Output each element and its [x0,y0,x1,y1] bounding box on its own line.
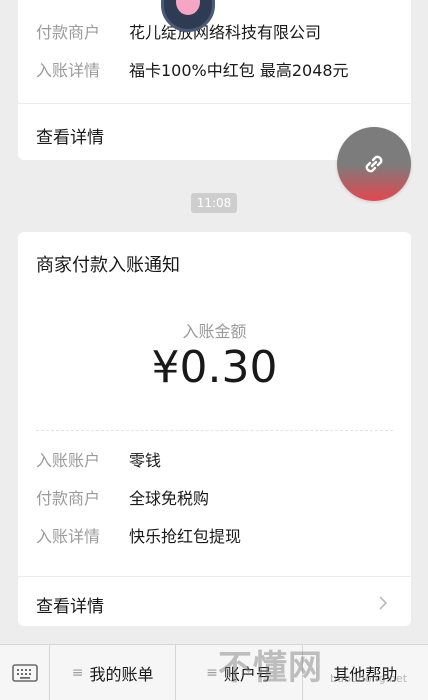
payment-merchant-row: 付款商户 全球免税购 [36,486,393,508]
menu-label: 我的账单 [89,664,154,684]
merchant-payment-notice-card[interactable]: 商家付款入账通知 入账金额 ¥0.30 入账账户 零钱 付款商户 全球免税购 入… [18,232,411,626]
row-value: 花儿绽放网络科技有限公司 [129,23,322,42]
chevron-right-icon [379,596,388,610]
avatar-face [176,0,200,15]
entry-detail-row: 入账详情 快乐抢红包提现 [36,524,393,546]
amount-label: 入账金额 [182,322,247,341]
notice-title: 商家付款入账通知 [36,255,180,276]
row-value: 全球免税购 [129,489,210,508]
view-details-link[interactable]: 查看详情 [36,592,104,617]
row-label: 入账账户 [36,451,101,470]
menu-lines-icon: ≡ [71,664,84,681]
floating-link-button[interactable] [337,127,411,201]
row-value: 快乐抢红包提现 [129,527,242,546]
row-label: 入账详情 [36,527,101,546]
row-label: 入账详情 [36,61,101,80]
amount-value: ¥0.30 [151,342,278,393]
keyboard-toggle-button[interactable] [0,645,50,700]
dashed-divider [36,430,393,431]
watermark: 不懂网 [218,648,323,688]
divider [18,576,411,577]
row-label: 付款商户 [36,23,101,42]
row-value: 福卡100%中红包 最高2048元 [129,61,349,80]
watermark-sub: bubudong.net [330,672,408,685]
payment-merchant-row: 付款商户 花儿绽放网络科技有限公司 [36,20,393,42]
divider [18,103,411,104]
entry-account-row: 入账账户 零钱 [36,448,393,470]
row-label: 付款商户 [36,489,101,508]
menu-my-bill[interactable]: ≡ 我的账单 [50,645,177,700]
entry-detail-row: 入账详情 福卡100%中红包 最高2048元 [36,58,393,80]
menu-lines-icon: ≡ [206,664,218,681]
row-value: 零钱 [129,451,162,470]
link-icon [365,155,383,173]
message-timestamp: 11:08 [191,193,237,213]
keyboard-icon [11,663,38,682]
view-details-link[interactable]: 查看详情 [36,123,104,148]
